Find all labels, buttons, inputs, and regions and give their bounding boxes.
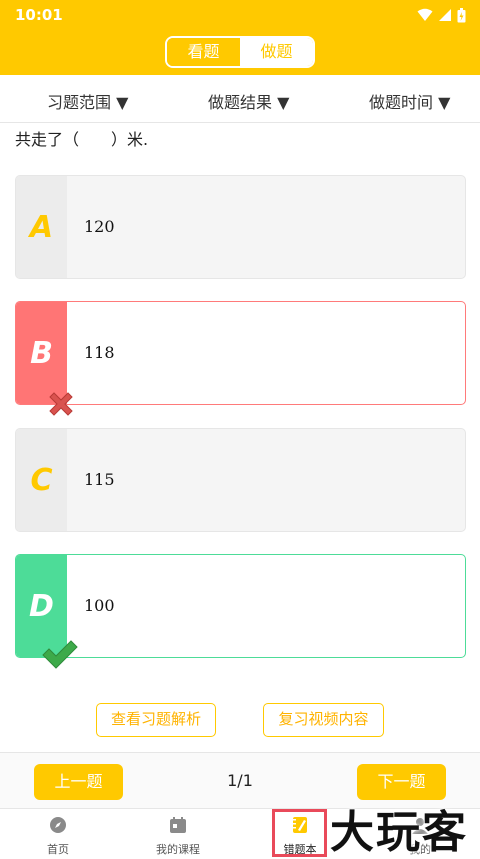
question-text: 共走了（ ）米. [15, 130, 149, 149]
filter-time-label: 做题时间 [369, 93, 434, 112]
watermark-logo: 大玩客 [330, 807, 468, 858]
nav-home-label: 首页 [47, 843, 69, 856]
filter-scope[interactable]: 习题范围 ▼ [47, 89, 128, 113]
compass-icon [50, 817, 66, 833]
nav-my-courses[interactable]: 我的课程 [130, 809, 226, 859]
option-value: 115 [84, 470, 115, 489]
filter-result[interactable]: 做题结果 ▼ [208, 89, 289, 113]
dropdown-arrow-icon: ▼ [272, 93, 290, 112]
filter-time[interactable]: 做题时间 ▼ [369, 89, 450, 113]
nav-home[interactable]: 首页 [10, 809, 106, 859]
review-video-button[interactable]: 复习视频内容 [263, 703, 384, 737]
option-a[interactable]: A 120 [15, 175, 466, 279]
filter-bar: 习题范围 ▼ 做题结果 ▼ 做题时间 ▼ [0, 75, 480, 123]
dropdown-arrow-icon: ▼ [111, 93, 129, 112]
status-time: 10:01 [15, 6, 63, 24]
option-value: 100 [84, 596, 115, 615]
option-c[interactable]: C 115 [15, 428, 466, 532]
view-analysis-button[interactable]: 查看习题解析 [96, 703, 216, 737]
option-d[interactable]: D 100 [15, 554, 466, 669]
option-value: 120 [84, 217, 115, 236]
tab-do-questions[interactable]: 做题 [240, 38, 313, 66]
filter-result-label: 做题结果 [208, 93, 273, 112]
status-bar: 10:01 [0, 0, 480, 30]
option-letter: A [29, 210, 54, 245]
filter-scope-label: 习题范围 [47, 93, 112, 112]
nav-my-courses-label: 我的课程 [156, 843, 200, 856]
status-icons [417, 7, 466, 23]
app-header: 10:01 看题 做题 [0, 0, 480, 75]
battery-icon [457, 7, 466, 22]
option-letter: C [30, 463, 53, 498]
signal-icon [439, 9, 451, 21]
dropdown-arrow-icon: ▼ [433, 93, 451, 112]
mode-switch: 看题 做题 [165, 36, 315, 68]
tab-view-questions[interactable]: 看题 [167, 38, 240, 66]
calendar-icon [170, 817, 186, 833]
correct-check-icon [42, 640, 78, 669]
option-value: 118 [84, 343, 115, 362]
option-b[interactable]: B 118 [15, 301, 466, 416]
active-tab-highlight [272, 809, 327, 857]
next-question-button[interactable]: 下一题 [357, 764, 446, 800]
wrong-x-icon [49, 392, 73, 416]
wifi-icon [417, 8, 433, 21]
